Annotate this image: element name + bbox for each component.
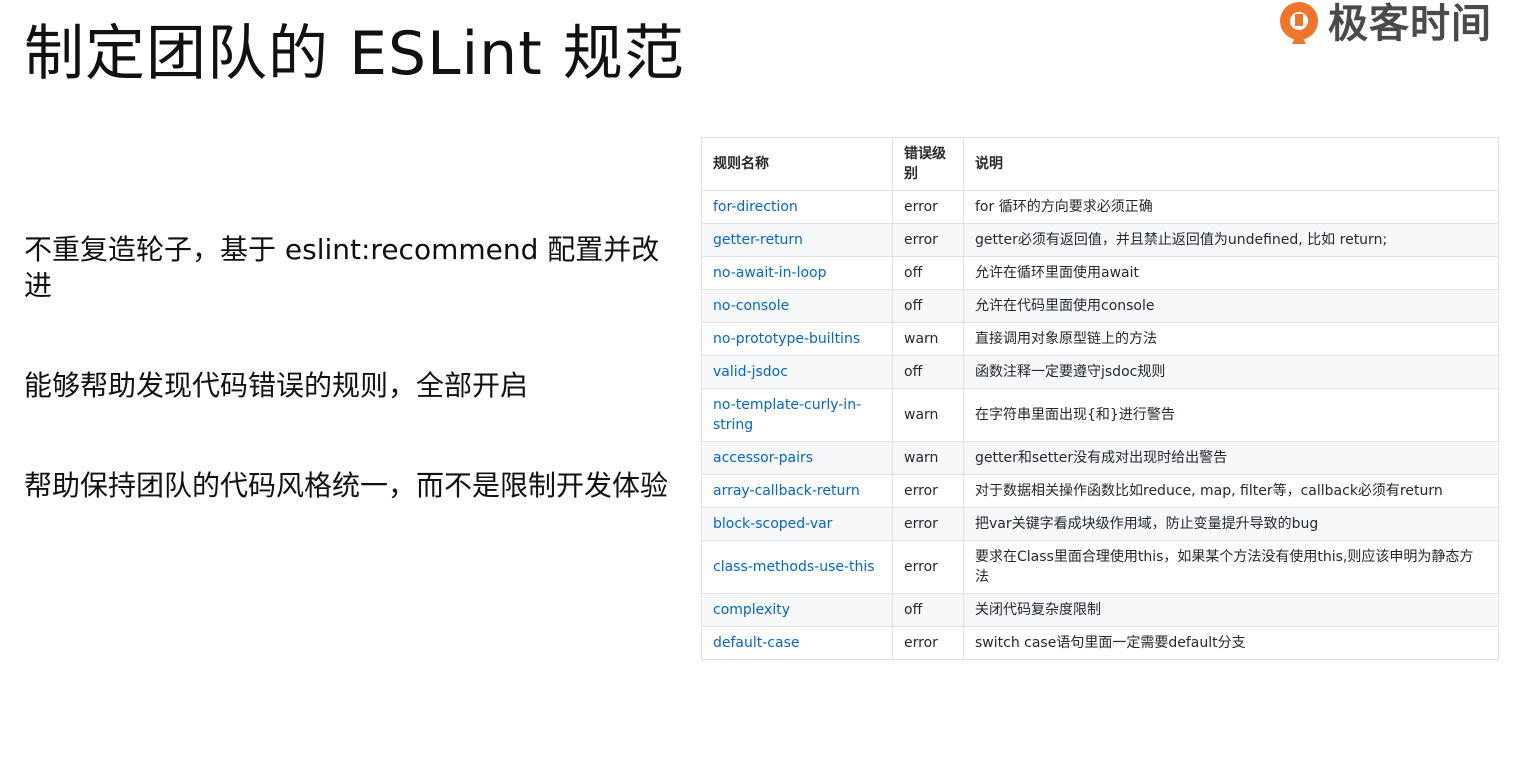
rule-description: 把var关键字看成块级作用域，防止变量提升导致的bug [963,507,1499,541]
table-row: valid-jsdoc off 函数注释一定要遵守jsdoc规则 [701,355,1499,389]
rule-name-link[interactable]: no-prototype-builtins [701,322,893,356]
rule-name-link[interactable]: array-callback-return [701,474,893,508]
rule-name-link[interactable]: getter-return [701,223,893,257]
rule-level: error [892,223,964,257]
rule-description: 对于数据相关操作函数比如reduce, map, filter等，callbac… [963,474,1499,508]
rule-description: 允许在代码里面使用console [963,289,1499,323]
table-row: no-prototype-builtins warn 直接调用对象原型链上的方法 [701,322,1499,356]
rule-name-link[interactable]: accessor-pairs [701,441,893,475]
rule-name-link[interactable]: complexity [701,593,893,627]
rule-description: getter必须有返回值，并且禁止返回值为undefined, 比如 retur… [963,223,1499,257]
table-row: for-direction error for 循环的方向要求必须正确 [701,190,1499,224]
rule-description: 函数注释一定要遵守jsdoc规则 [963,355,1499,389]
bullet-item: 不重复造轮子，基于 eslint:recommend 配置并改进 [24,233,660,302]
table-row: array-callback-return error 对于数据相关操作函数比如… [701,474,1499,508]
rule-level: warn [892,322,964,356]
rule-level: off [892,593,964,627]
rule-description: getter和setter没有成对出现时给出警告 [963,441,1499,475]
rule-description: 允许在循环里面使用await [963,256,1499,290]
rule-level: off [892,256,964,290]
table-row: no-console off 允许在代码里面使用console [701,289,1499,323]
rule-level: error [892,190,964,224]
rule-level: off [892,289,964,323]
table-row: default-case error switch case语句里面一定需要de… [701,626,1499,660]
rule-description: for 循环的方向要求必须正确 [963,190,1499,224]
table-row: accessor-pairs warn getter和setter没有成对出现时… [701,441,1499,475]
rule-level: error [892,540,964,594]
geektime-logo-icon [1280,2,1318,44]
rule-description: 直接调用对象原型链上的方法 [963,322,1499,356]
rule-level: warn [892,388,964,442]
rule-level: off [892,355,964,389]
slide-title: 制定团队的 ESLint 规范 [24,19,685,89]
bullet-item: 帮助保持团队的代码风格统一，而不是限制开发体验 [24,469,669,502]
table-row: complexity off 关闭代码复杂度限制 [701,593,1499,627]
rule-name-link[interactable]: block-scoped-var [701,507,893,541]
rule-level: error [892,507,964,541]
bullet-item: 能够帮助发现代码错误的规则，全部开启 [24,369,529,402]
header-description: 说明 [963,137,1499,191]
rule-description: 关闭代码复杂度限制 [963,593,1499,627]
rule-name-link[interactable]: no-console [701,289,893,323]
eslint-rules-table: 规则名称 错误级别 说明 for-direction error for 循环的… [701,137,1499,660]
rule-name-link[interactable]: default-case [701,626,893,660]
rule-level: warn [892,441,964,475]
table-row: block-scoped-var error 把var关键字看成块级作用域，防止… [701,507,1499,541]
header-rule-name: 规则名称 [701,137,893,191]
table-row: getter-return error getter必须有返回值，并且禁止返回值… [701,223,1499,257]
rule-name-link[interactable]: no-template-curly-in-string [701,388,893,442]
table-row: no-template-curly-in-string warn 在字符串里面出… [701,388,1499,442]
brand-logo: 极客时间 [1276,0,1492,48]
table-header-row: 规则名称 错误级别 说明 [701,137,1499,191]
rule-level: error [892,626,964,660]
table-row: no-await-in-loop off 允许在循环里面使用await [701,256,1499,290]
rule-name-link[interactable]: class-methods-use-this [701,540,893,594]
rule-description: 在字符串里面出现{和}进行警告 [963,388,1499,442]
brand-name: 极客时间 [1328,1,1492,47]
rule-level: error [892,474,964,508]
rule-name-link[interactable]: for-direction [701,190,893,224]
header-error-level: 错误级别 [892,137,964,191]
rule-description: 要求在Class里面合理使用this，如果某个方法没有使用this,则应该申明为… [963,540,1499,594]
rule-description: switch case语句里面一定需要default分支 [963,626,1499,660]
table-row: class-methods-use-this error 要求在Class里面合… [701,540,1499,594]
rule-name-link[interactable]: valid-jsdoc [701,355,893,389]
rule-name-link[interactable]: no-await-in-loop [701,256,893,290]
